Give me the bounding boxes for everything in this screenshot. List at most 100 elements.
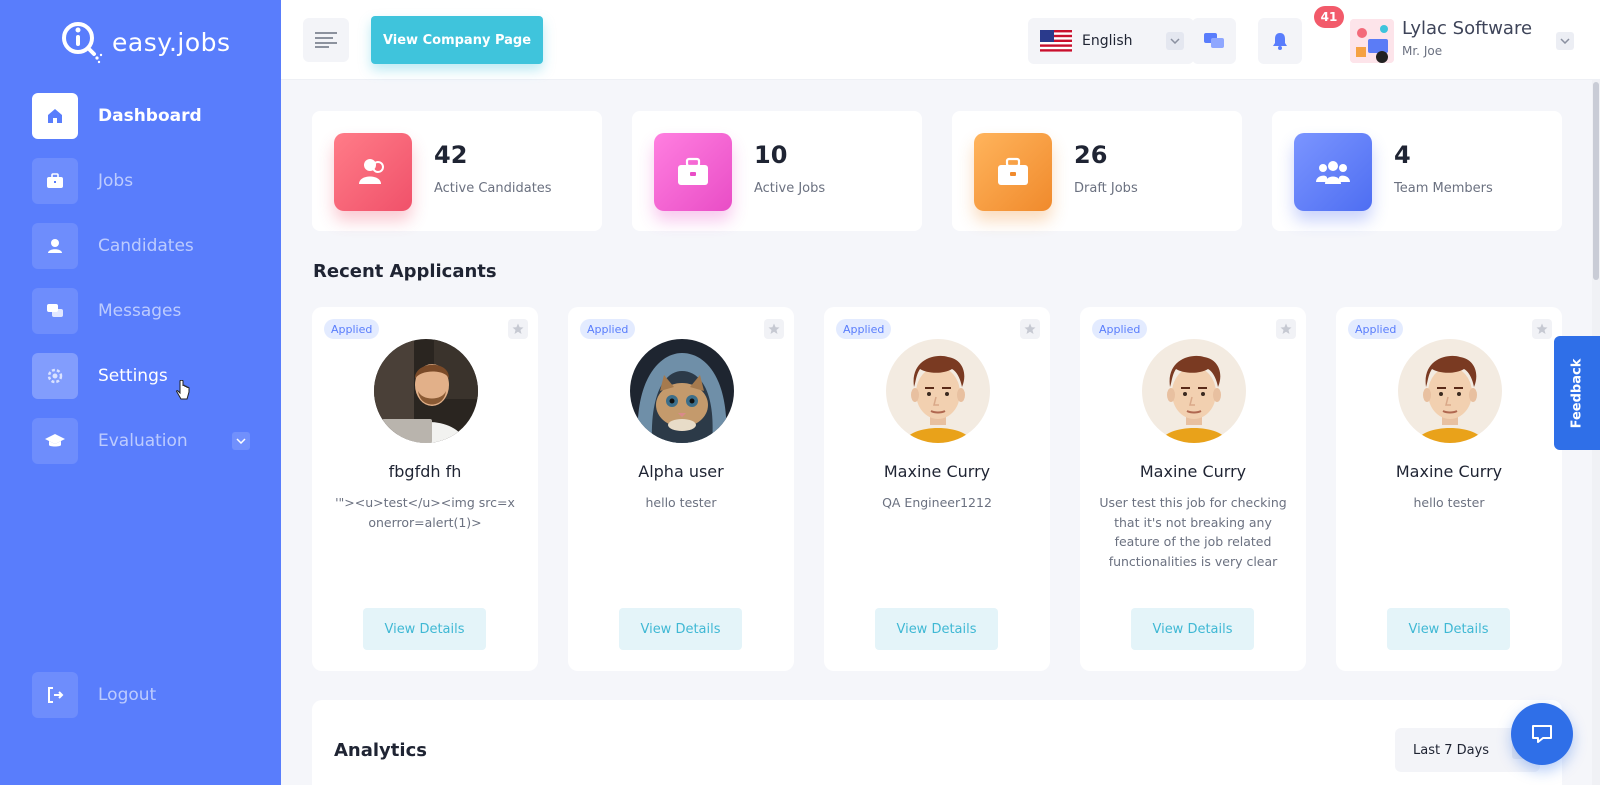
company-avatar[interactable] [1350,19,1394,63]
stat-card-active-candidates[interactable]: 42 Active Candidates [312,111,602,231]
mouse-cursor-icon [176,380,190,400]
sidebar-item-candidates[interactable]: Candidates [32,223,262,269]
stat-label: Active Candidates [434,181,552,196]
graduation-cap-icon [32,418,78,464]
top-bar: View Company Page English 41 Lylac Softw… [281,0,1600,80]
stat-card-team-members[interactable]: 4 Team Members [1272,111,1562,231]
sidebar-item-label: Evaluation [98,431,188,451]
gear-icon [32,353,78,399]
sidebar-item-label: Logout [98,685,157,705]
view-details-button[interactable]: View Details [363,608,486,650]
applicant-name: Maxine Curry [1395,462,1503,481]
applicant-card[interactable]: Applied Maxine Curry hello tester View D… [1336,307,1562,671]
live-chat-button[interactable] [1511,703,1573,765]
star-icon[interactable] [1276,319,1296,339]
sidebar-item-dashboard[interactable]: Dashboard [32,93,262,139]
applicant-name: Alpha user [638,462,724,481]
scrollbar-thumb[interactable] [1593,82,1599,280]
stat-label: Draft Jobs [1074,181,1138,196]
star-icon[interactable] [1532,319,1552,339]
briefcase-icon [654,133,732,211]
team-icon [1294,133,1372,211]
sidebar-item-label: Messages [98,301,182,321]
applicant-subtitle: '"><u>test</u><img src=x onerror=alert(1… [335,495,515,530]
stat-value: 10 [754,141,788,169]
chevron-down-icon[interactable] [1556,32,1574,50]
date-range-label: Last 7 Days [1413,742,1490,758]
status-badge: Applied [1348,319,1404,339]
applicant-name: fbgfdh fh [388,462,462,481]
stat-card-draft-jobs[interactable]: 26 Draft Jobs [952,111,1242,231]
briefcase-icon [974,133,1052,211]
applicant-subtitle: hello tester [1413,495,1485,510]
stat-card-active-jobs[interactable]: 10 Active Jobs [632,111,922,231]
avatar [1398,339,1502,443]
applicant-card[interactable]: Applied Maxine Curry User test this job … [1080,307,1306,671]
applicant-name: Maxine Curry [883,462,991,481]
avatar [1142,339,1246,443]
sidebar: easy.jobs Dashboard Jobs Candidates Mess… [0,0,281,785]
avatar [374,339,478,443]
applicant-subtitle: hello tester [645,495,717,510]
feedback-label: Feedback [1569,358,1585,428]
notification-count-badge: 41 [1314,6,1344,28]
status-badge: Applied [580,319,636,339]
chat-bubbles-icon [1204,33,1224,48]
sidebar-item-messages[interactable]: Messages [32,288,262,334]
stat-value: 26 [1074,141,1108,169]
applicant-name: Maxine Curry [1139,462,1247,481]
avatar [886,339,990,443]
hamburger-icon [315,32,337,48]
analytics-panel: Analytics Last 7 Days [312,700,1562,785]
applicant-subtitle: QA Engineer1212 [882,495,992,510]
sidebar-item-settings[interactable]: Settings [32,353,262,399]
logo-icon [62,22,103,64]
briefcase-icon [32,158,78,204]
user-name: Mr. Joe [1402,44,1443,58]
view-details-button[interactable]: View Details [1387,608,1510,650]
recent-applicants-title: Recent Applicants [313,261,497,282]
chevron-down-icon[interactable] [232,432,250,450]
status-badge: Applied [1092,319,1148,339]
stat-label: Team Members [1394,181,1493,196]
view-details-button[interactable]: View Details [1131,608,1254,650]
sidebar-item-logout[interactable]: Logout [32,672,262,718]
applicant-subtitle: User test this job for checking that it'… [1099,495,1287,569]
messages-button[interactable] [1192,18,1236,64]
star-icon[interactable] [764,319,784,339]
home-icon [32,93,78,139]
bell-icon [1273,33,1287,50]
applicant-card[interactable]: Applied fbgfdh fh '"><u>test</u><img src… [312,307,538,671]
stat-value: 42 [434,141,468,169]
chevron-down-icon [1166,32,1184,50]
language-label: English [1082,33,1133,49]
star-icon[interactable] [508,319,528,339]
stat-label: Active Jobs [754,181,826,196]
stat-value: 4 [1394,141,1411,169]
avatar [630,339,734,443]
star-icon[interactable] [1020,319,1040,339]
sidebar-item-label: Dashboard [98,106,202,126]
feedback-tab[interactable]: Feedback [1554,336,1600,450]
sidebar-item-label: Candidates [98,236,194,256]
company-name: Lylac Software [1402,18,1533,39]
user-icon [32,223,78,269]
brand-logo[interactable]: easy.jobs [56,18,231,66]
view-details-button[interactable]: View Details [619,608,742,650]
sidebar-item-jobs[interactable]: Jobs [32,158,262,204]
notifications-button[interactable] [1258,18,1302,64]
language-select[interactable]: English [1028,18,1194,64]
sidebar-item-label: Settings [98,366,168,386]
users-icon [334,133,412,211]
us-flag-icon [1040,30,1072,52]
analytics-title: Analytics [334,740,427,761]
sidebar-item-evaluation[interactable]: Evaluation [32,418,262,464]
applicant-card[interactable]: Applied Alpha user hello tester View Det… [568,307,794,671]
logout-icon [32,672,78,718]
menu-toggle-button[interactable] [303,18,349,62]
status-badge: Applied [836,319,892,339]
applicant-card[interactable]: Applied Maxine Curry QA Engineer1212 Vie… [824,307,1050,671]
view-company-page-button[interactable]: View Company Page [371,16,543,64]
view-details-button[interactable]: View Details [875,608,998,650]
chat-bubble-icon [1532,725,1552,743]
